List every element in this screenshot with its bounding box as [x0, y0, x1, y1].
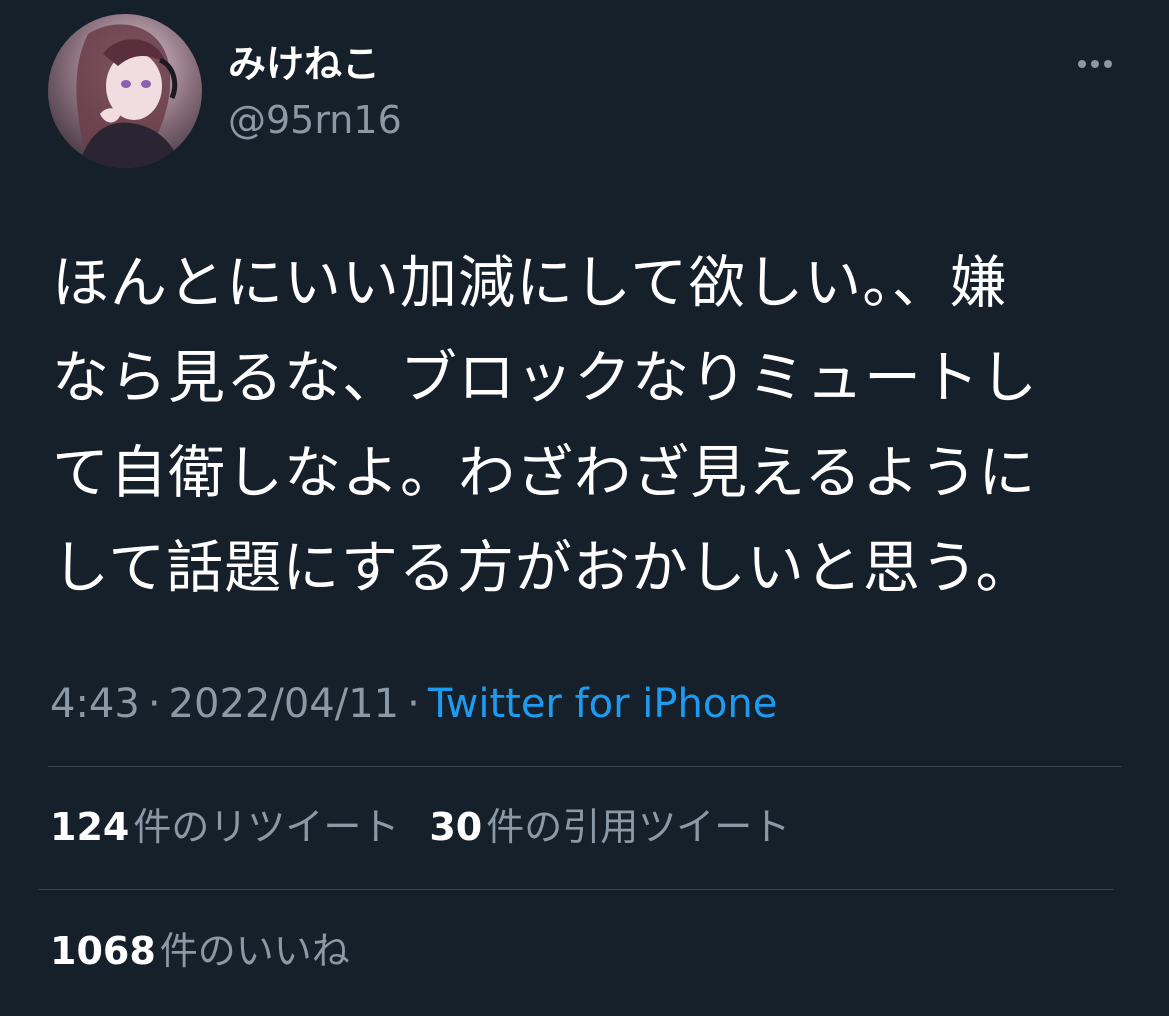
more-options-button[interactable] — [1066, 44, 1126, 84]
avatar[interactable] — [48, 14, 202, 168]
divider — [48, 766, 1122, 767]
likes-count: 1068 — [50, 929, 156, 973]
quote-tweets-label: 件の引用ツイート — [486, 805, 791, 849]
separator-dot: · — [407, 681, 420, 727]
tweet-text-line: て自衛しなよ。わざわざ見えるように — [52, 440, 1037, 506]
display-name[interactable]: みけねこ — [228, 40, 380, 88]
separator-dot: · — [147, 681, 161, 727]
tweet-text: ほんとにいい加減にして欲しい。、嫌 なら見るな、ブロックなりミュートし て自衛し… — [52, 236, 1132, 616]
quote-tweets-stat[interactable]: 30 件の引用ツイート — [429, 805, 790, 849]
engagement-stats: 124 件のリツイート 30 件の引用ツイート — [50, 802, 790, 852]
tweet-text-line: なら見るな、ブロックなりミュートし — [52, 345, 1038, 411]
likes-stat[interactable]: 1068 件のいいね — [50, 929, 350, 973]
tweet-metadata: 4:43 · 2022/04/11 · Twitter for iPhone — [50, 678, 777, 730]
retweets-count: 124 — [50, 805, 130, 849]
tweet-time[interactable]: 4:43 — [50, 681, 140, 727]
user-handle[interactable]: @95rn16 — [228, 96, 402, 144]
tweet-date[interactable]: 2022/04/11 — [169, 681, 400, 727]
tweet-text-line: ほんとにいい加減にして欲しい。、嫌 — [52, 250, 1008, 316]
retweets-label: 件のリツイート — [133, 805, 400, 849]
tweet-source-link[interactable]: Twitter for iPhone — [428, 681, 778, 727]
retweets-stat[interactable]: 124 件のリツイート — [50, 805, 399, 849]
likes-label: 件のいいね — [159, 929, 350, 973]
quote-tweets-count: 30 — [429, 805, 483, 849]
more-horizontal-icon — [1078, 60, 1112, 68]
likes-row: 1068 件のいいね — [50, 926, 350, 976]
profile-avatar-image — [48, 14, 202, 168]
divider — [38, 889, 1114, 890]
tweet-text-line: して話題にする方がおかしいと思う。 — [52, 535, 1034, 601]
